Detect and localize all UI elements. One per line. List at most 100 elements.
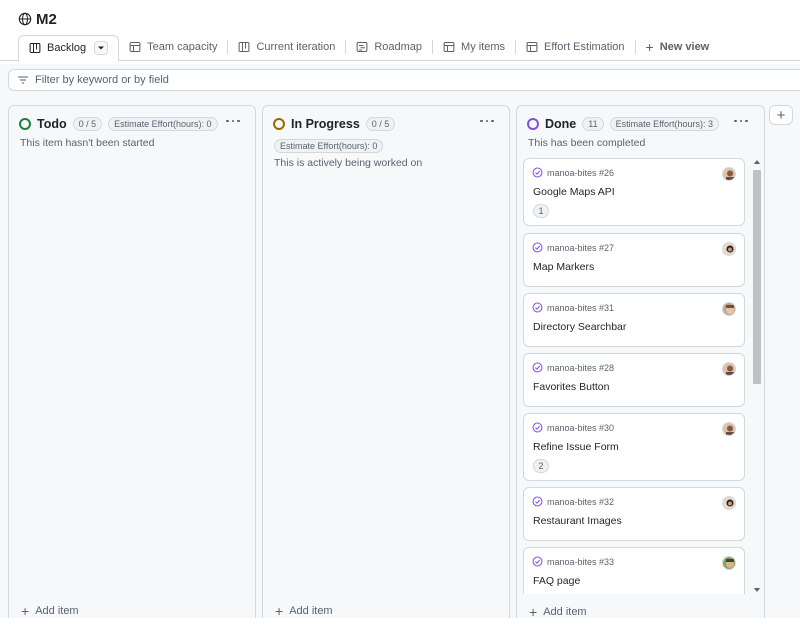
column-title: In Progress xyxy=(291,117,360,131)
estimate-badge: Estimate Effort(hours): 0 xyxy=(274,139,384,153)
scroll-down-arrow[interactable] xyxy=(754,588,760,592)
add-column-button[interactable]: + xyxy=(769,105,793,125)
tab-label: Roadmap xyxy=(374,41,423,53)
tab-label: Current iteration xyxy=(256,41,336,53)
card-meta: manoa-bites #33 xyxy=(532,556,614,567)
avatar[interactable] xyxy=(722,167,736,181)
column-in-progress: In Progress 0 / 5 Estimate Effort(hours)… xyxy=(262,105,510,618)
issue-reference[interactable]: manoa-bites #30 xyxy=(547,423,614,433)
issue-reference[interactable]: manoa-bites #27 xyxy=(547,243,614,253)
estimate-field: 2 xyxy=(533,459,549,473)
tab-underline xyxy=(0,60,800,61)
add-item-button[interactable]: + Add item xyxy=(275,604,333,618)
add-item-label: Add item xyxy=(35,605,79,617)
add-item-button[interactable]: + Add item xyxy=(21,603,79,618)
table-icon xyxy=(526,41,538,53)
kebab-dot xyxy=(485,119,489,123)
tab-current-iteration[interactable]: Current iteration xyxy=(228,34,345,60)
board-icon xyxy=(238,41,250,53)
caret-down-icon xyxy=(98,46,105,50)
new-view-button[interactable]: + New view xyxy=(636,34,720,60)
closed-issue-icon xyxy=(532,302,543,313)
globe-icon xyxy=(18,12,32,26)
issue-reference[interactable]: manoa-bites #28 xyxy=(547,363,614,373)
tab-options-button[interactable] xyxy=(94,41,109,55)
column-description: This is actively being worked on xyxy=(274,157,423,169)
column-description: This item hasn't been started xyxy=(20,137,155,149)
issue-reference[interactable]: manoa-bites #31 xyxy=(547,303,614,313)
table-icon xyxy=(129,41,141,53)
closed-issue-icon xyxy=(532,496,543,507)
kebab-dot xyxy=(734,119,737,123)
column-header: In Progress 0 / 5 xyxy=(273,116,396,132)
column-title: Done xyxy=(545,117,577,131)
tab-my-items[interactable]: My items xyxy=(433,34,515,60)
card-list-scrollbar[interactable] xyxy=(752,158,762,594)
plus-icon: + xyxy=(21,603,30,618)
kebab-dot xyxy=(226,119,229,123)
issue-card[interactable]: manoa-bites #32 Restaurant Images xyxy=(523,487,745,541)
issue-card[interactable]: manoa-bites #31 Directory Searchbar xyxy=(523,293,745,347)
issue-card[interactable]: manoa-bites #28 Favorites Button xyxy=(523,353,745,407)
avatar[interactable] xyxy=(722,556,736,570)
issue-title[interactable]: Restaurant Images xyxy=(533,515,622,527)
filter-icon xyxy=(17,74,29,86)
item-count-badge: 11 xyxy=(582,117,604,131)
table-icon xyxy=(443,41,455,53)
column-menu-button[interactable] xyxy=(478,114,496,128)
plus-icon: + xyxy=(645,39,654,55)
scroll-up-arrow[interactable] xyxy=(754,160,760,164)
issue-title[interactable]: Map Markers xyxy=(533,261,594,273)
closed-issue-icon xyxy=(532,167,543,178)
plus-icon: + xyxy=(776,106,786,124)
card-meta: manoa-bites #27 xyxy=(532,242,614,253)
avatar[interactable] xyxy=(722,242,736,256)
closed-issue-icon xyxy=(532,556,543,567)
status-in-progress-icon xyxy=(273,118,285,130)
filter-bar[interactable] xyxy=(8,69,800,91)
tab-backlog[interactable]: Backlog xyxy=(18,34,120,62)
filter-input[interactable] xyxy=(35,74,435,86)
tab-roadmap[interactable]: Roadmap xyxy=(346,34,432,60)
issue-card[interactable]: manoa-bites #26 Google Maps API 1 xyxy=(523,158,745,226)
avatar[interactable] xyxy=(722,496,736,510)
issue-card[interactable]: manoa-bites #33 FAQ page xyxy=(523,547,745,594)
column-todo: Todo 0 / 5 Estimate Effort(hours): 0 Thi… xyxy=(8,105,256,618)
add-item-button[interactable]: + Add item xyxy=(529,604,587,618)
add-item-label: Add item xyxy=(543,606,587,618)
issue-card[interactable]: manoa-bites #27 Map Markers xyxy=(523,233,745,287)
closed-issue-icon xyxy=(532,242,543,253)
column-title: Todo xyxy=(37,117,67,131)
closed-issue-icon xyxy=(532,362,543,373)
tab-team-capacity[interactable]: Team capacity xyxy=(119,34,227,60)
tab-label: Effort Estimation xyxy=(544,41,625,53)
issue-title[interactable]: Refine Issue Form xyxy=(533,441,619,453)
roadmap-icon xyxy=(356,41,368,53)
status-done-icon xyxy=(527,118,539,130)
plus-icon: + xyxy=(529,604,538,618)
column-menu-button[interactable] xyxy=(732,114,750,128)
issue-title[interactable]: Directory Searchbar xyxy=(533,321,626,333)
avatar[interactable] xyxy=(722,302,736,316)
avatar[interactable] xyxy=(722,422,736,436)
issue-title[interactable]: FAQ page xyxy=(533,575,580,587)
column-description: This has been completed xyxy=(528,137,646,149)
issue-title[interactable]: Favorites Button xyxy=(533,381,609,393)
issue-card[interactable]: manoa-bites #30 Refine Issue Form 2 xyxy=(523,413,745,481)
avatar[interactable] xyxy=(722,362,736,376)
tab-label: Backlog xyxy=(47,42,87,54)
issue-title[interactable]: Google Maps API xyxy=(533,186,615,198)
scrollbar-thumb[interactable] xyxy=(753,170,761,384)
issue-reference[interactable]: manoa-bites #26 xyxy=(547,168,614,178)
item-count-badge: 0 / 5 xyxy=(72,117,103,131)
closed-issue-icon xyxy=(532,422,543,433)
tab-effort-estimation[interactable]: Effort Estimation xyxy=(516,34,635,60)
column-menu-button[interactable] xyxy=(224,114,242,128)
item-count-badge: 0 / 5 xyxy=(365,117,396,131)
estimate-badge: Estimate Effort(hours): 3 xyxy=(609,117,719,131)
card-list: manoa-bites #26 Google Maps API 1 manoa-… xyxy=(523,158,745,594)
kebab-dot xyxy=(491,119,494,123)
issue-reference[interactable]: manoa-bites #33 xyxy=(547,557,614,567)
issue-reference[interactable]: manoa-bites #32 xyxy=(547,497,614,507)
column-header: Todo 0 / 5 Estimate Effort(hours): 0 xyxy=(19,116,218,132)
